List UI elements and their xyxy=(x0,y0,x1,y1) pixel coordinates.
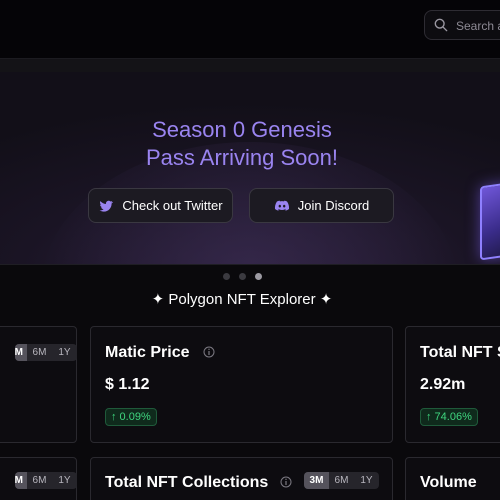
range-selector: 3M 6M 1Y xyxy=(304,472,379,489)
carousel-dots xyxy=(223,273,262,280)
matic-price-value: $ 1.12 xyxy=(105,376,150,393)
range-option-6m[interactable]: 6M xyxy=(27,344,52,361)
hero-title-line-2: Pass Arriving Soon! xyxy=(146,145,338,170)
total-nft-collections-title: Total NFT Collections xyxy=(105,474,269,491)
volume-card: Volume xyxy=(405,457,500,500)
discord-button[interactable]: Join Discord xyxy=(249,188,394,223)
matic-price-change-badge: ↑ 0.09% xyxy=(105,408,157,426)
hero-title-line-1: Season 0 Genesis xyxy=(152,117,332,142)
section-title: ✦ Polygon NFT Explorer ✦ xyxy=(151,291,333,308)
total-nft-card: Total NFT S 2.92m ↑ 74.06% xyxy=(405,326,500,443)
search-placeholder: Search a xyxy=(456,19,500,33)
hero-banner: Season 0 Genesis Pass Arriving Soon! Che… xyxy=(0,72,500,265)
discord-button-label: Join Discord xyxy=(297,198,370,213)
range-option-6m[interactable]: 6M xyxy=(27,472,52,489)
hero-title: Season 0 Genesis Pass Arriving Soon! xyxy=(0,116,484,172)
total-nft-change-badge: ↑ 74.06% xyxy=(420,408,478,426)
volume-title: Volume xyxy=(420,474,477,491)
matic-price-card: Matic Price $ 1.12 ↑ 0.09% xyxy=(90,326,393,443)
carousel-dot[interactable] xyxy=(223,273,230,280)
search-icon xyxy=(434,18,448,32)
nav-strip xyxy=(0,58,500,73)
total-nft-collections-card: Total NFT Collections 3M 6M 1Y xyxy=(90,457,393,500)
discord-icon xyxy=(274,200,289,211)
twitter-icon xyxy=(99,200,114,212)
carousel-dot-active[interactable] xyxy=(255,273,262,280)
range-selector: 3M 6M 1Y xyxy=(15,472,77,489)
range-selector: 3M 6M 1Y xyxy=(15,344,77,361)
search-input[interactable]: Search a xyxy=(424,10,500,40)
info-icon[interactable] xyxy=(280,476,292,488)
carousel-dot[interactable] xyxy=(239,273,246,280)
top-bar: Search a xyxy=(0,0,500,58)
page: Search a Season 0 Genesis Pass Arriving … xyxy=(0,0,500,500)
range-option-1y[interactable]: 1Y xyxy=(52,472,77,489)
stat-card-left: 3M 6M 1Y xyxy=(0,326,77,443)
total-nft-value: 2.92m xyxy=(420,376,466,393)
range-option-6m[interactable]: 6M xyxy=(329,472,354,489)
range-option-1y[interactable]: 1Y xyxy=(52,344,77,361)
matic-price-title: Matic Price xyxy=(105,344,190,361)
stat-card-left-2: 3M 6M 1Y xyxy=(0,457,77,500)
twitter-button-label: Check out Twitter xyxy=(122,198,223,213)
total-nft-title: Total NFT S xyxy=(420,344,500,361)
twitter-button[interactable]: Check out Twitter xyxy=(88,188,233,223)
info-icon[interactable] xyxy=(203,346,215,358)
range-option-1y[interactable]: 1Y xyxy=(354,472,379,489)
genesis-pass-image xyxy=(480,181,500,261)
range-option-3m[interactable]: 3M xyxy=(15,344,27,361)
range-option-3m[interactable]: 3M xyxy=(304,472,329,489)
range-option-3m[interactable]: 3M xyxy=(15,472,27,489)
